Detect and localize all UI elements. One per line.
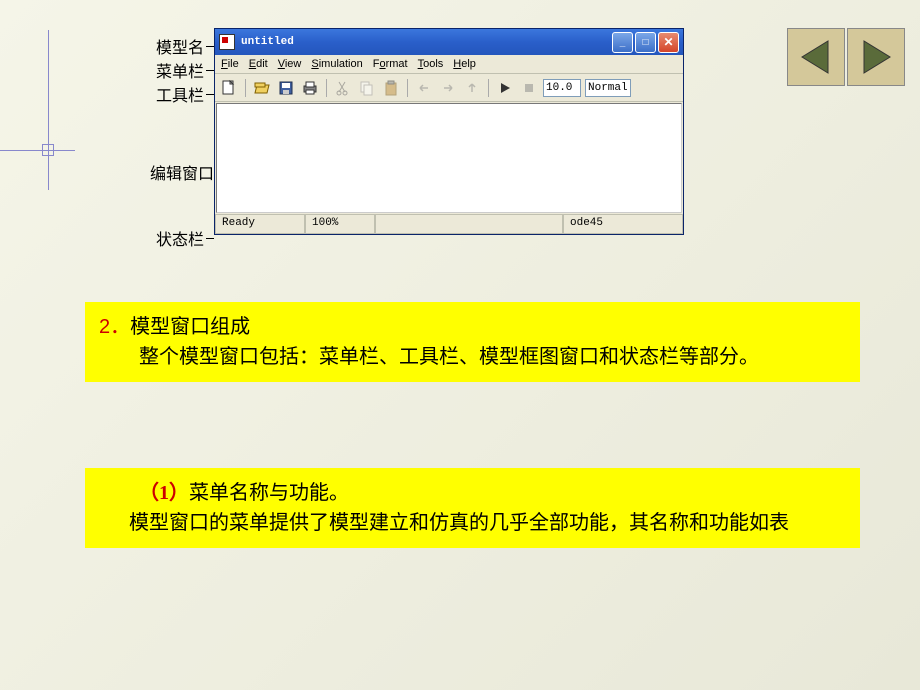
stop-time-input[interactable] (543, 79, 581, 97)
window-title: untitled (241, 36, 612, 48)
text-block-1: 2．模型窗口组成 整个模型窗口包括：菜单栏、工具栏、模型框图窗口和状态栏等部分。 (85, 302, 860, 382)
next-button[interactable] (847, 28, 905, 86)
decor-box (42, 144, 54, 156)
item-number: 2． (99, 316, 130, 338)
label-menu-bar: 菜单栏 (156, 58, 214, 82)
open-button[interactable] (252, 78, 272, 98)
item-title: 模型窗口组成 (130, 316, 250, 338)
nav-buttons (787, 28, 905, 86)
app-icon (219, 34, 235, 50)
save-button[interactable] (276, 78, 296, 98)
titlebar[interactable]: untitled _ □ ✕ (215, 29, 683, 55)
menu-format[interactable]: Format (373, 58, 408, 70)
item-body: 整个模型窗口包括：菜单栏、工具栏、模型框图窗口和状态栏等部分。 (139, 346, 759, 368)
status-empty (375, 215, 563, 234)
separator (326, 79, 327, 97)
cut-icon (335, 80, 351, 96)
triangle-left-icon (796, 37, 836, 77)
paste-icon (383, 80, 399, 96)
window-controls: _ □ ✕ (612, 32, 679, 53)
stop-button[interactable] (519, 78, 539, 98)
menu-file[interactable]: File (221, 58, 239, 70)
maximize-button[interactable]: □ (635, 32, 656, 53)
sub-title: 菜单名称与功能。 (189, 482, 349, 504)
mode-select[interactable]: Normal (585, 79, 631, 97)
menu-tools[interactable]: Tools (418, 58, 444, 70)
label-model-name: 模型名 (156, 34, 214, 58)
menubar: File Edit View Simulation Format Tools H… (215, 55, 683, 74)
menu-help[interactable]: Help (453, 58, 476, 70)
toolbar: Normal (215, 74, 683, 102)
editor-canvas[interactable] (216, 103, 682, 213)
menu-view[interactable]: View (278, 58, 302, 70)
save-icon (278, 80, 294, 96)
minimize-button[interactable]: _ (612, 32, 633, 53)
sub-body: 模型窗口的菜单提供了模型建立和仿真的几乎全部功能，其名称和功能如表 (129, 512, 789, 534)
up-button[interactable] (462, 78, 482, 98)
separator (488, 79, 489, 97)
label-status-bar: 状态栏 (156, 226, 214, 250)
print-button[interactable] (300, 78, 320, 98)
new-file-icon (221, 80, 237, 96)
statusbar: Ready 100% ode45 (215, 214, 683, 234)
label-tool-bar: 工具栏 (156, 82, 214, 106)
sub-number: （1） (139, 482, 189, 504)
stop-icon (521, 80, 537, 96)
play-icon (497, 80, 513, 96)
copy-icon (359, 80, 375, 96)
status-solver: ode45 (563, 215, 683, 234)
status-zoom: 100% (305, 215, 375, 234)
menu-edit[interactable]: Edit (249, 58, 268, 70)
status-ready: Ready (215, 215, 305, 234)
decor-line-v (48, 30, 49, 190)
separator (407, 79, 408, 97)
forward-button[interactable] (438, 78, 458, 98)
decor-line-h (0, 150, 75, 151)
menu-simulation[interactable]: Simulation (311, 58, 362, 70)
run-button[interactable] (495, 78, 515, 98)
label-edit-window: 编辑窗口 (150, 160, 224, 184)
arrow-left-icon (416, 80, 432, 96)
back-button[interactable] (414, 78, 434, 98)
paste-button[interactable] (381, 78, 401, 98)
prev-button[interactable] (787, 28, 845, 86)
text-block-2: （1）菜单名称与功能。 模型窗口的菜单提供了模型建立和仿真的几乎全部功能，其名称… (85, 468, 860, 548)
triangle-right-icon (856, 37, 896, 77)
copy-button[interactable] (357, 78, 377, 98)
arrow-right-icon (440, 80, 456, 96)
cut-button[interactable] (333, 78, 353, 98)
simulink-window: untitled _ □ ✕ File Edit View Simulation… (214, 28, 684, 235)
close-button[interactable]: ✕ (658, 32, 679, 53)
arrow-up-icon (464, 80, 480, 96)
print-icon (302, 80, 318, 96)
separator (245, 79, 246, 97)
new-button[interactable] (219, 78, 239, 98)
folder-open-icon (254, 80, 270, 96)
